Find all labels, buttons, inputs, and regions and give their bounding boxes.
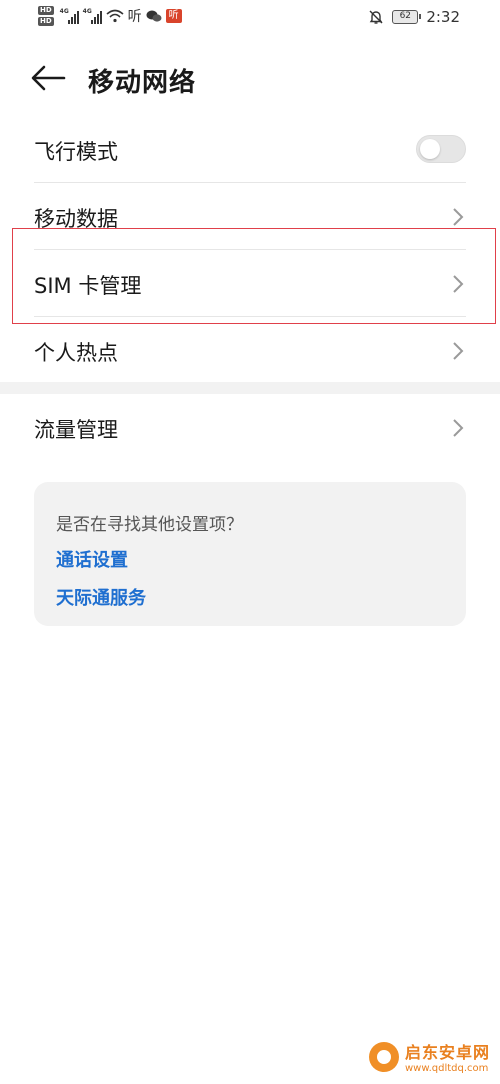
watermark-text: 启东安卓网 www.qdltdq.com <box>405 1039 490 1074</box>
tianjitong-service-link[interactable]: 天际通服务 <box>56 584 146 610</box>
hd-icons: HD HD <box>38 6 54 26</box>
highlight-box <box>12 228 496 324</box>
status-bar-left: HD HD 4G 4G 听 听 <box>38 6 182 26</box>
clock: 2:32 <box>426 8 460 26</box>
battery-level: 62 <box>399 11 412 21</box>
listen-icon: 听 <box>127 9 142 25</box>
suggestion-question: 是否在寻找其他设置项？ <box>56 515 243 535</box>
status-bar-right: 62 2:32 <box>368 8 460 26</box>
airplane-mode-toggle[interactable] <box>416 135 466 163</box>
battery-icon: 62 <box>392 10 422 24</box>
watermark: 启东安卓网 www.qdltdq.com <box>368 1039 490 1074</box>
watermark-logo-icon <box>368 1041 399 1072</box>
call-settings-link[interactable]: 通话设置 <box>56 546 128 572</box>
toggle-knob <box>420 139 440 159</box>
hd-icon-1: HD <box>38 6 54 15</box>
watermark-url: www.qdltdq.com <box>404 1063 489 1074</box>
airplane-mode-row[interactable]: 飞行模式 <box>0 116 500 183</box>
signal-icon-1: 4G <box>60 8 79 24</box>
traffic-management-row[interactable]: 流量管理 <box>0 394 500 461</box>
chevron-right-icon <box>453 208 464 226</box>
wechat-icon <box>146 10 162 22</box>
app-badge-icon: 听 <box>165 9 182 23</box>
signal-icon-2: 4G <box>83 8 102 24</box>
hd-icon-2: HD <box>38 17 54 26</box>
personal-hotspot-label: 个人热点 <box>34 341 118 365</box>
suggestion-card: 是否在寻找其他设置项？ 通话设置 天际通服务 <box>34 482 466 626</box>
wifi-icon <box>106 9 124 23</box>
airplane-mode-label: 飞行模式 <box>34 140 118 164</box>
status-bar: HD HD 4G 4G 听 听 62 2:32 <box>0 0 500 36</box>
section-gap <box>0 382 500 394</box>
page-title: 移动网络 <box>88 68 197 98</box>
chevron-right-icon <box>453 419 464 437</box>
watermark-name: 启东安卓网 <box>404 1043 490 1062</box>
traffic-management-label: 流量管理 <box>34 418 118 442</box>
bell-off-icon <box>369 10 383 24</box>
arrow-left-icon[interactable] <box>30 64 66 92</box>
personal-hotspot-row[interactable]: 个人热点 <box>0 317 500 384</box>
app-header: 移动网络 <box>0 52 500 108</box>
chevron-right-icon <box>453 342 464 360</box>
